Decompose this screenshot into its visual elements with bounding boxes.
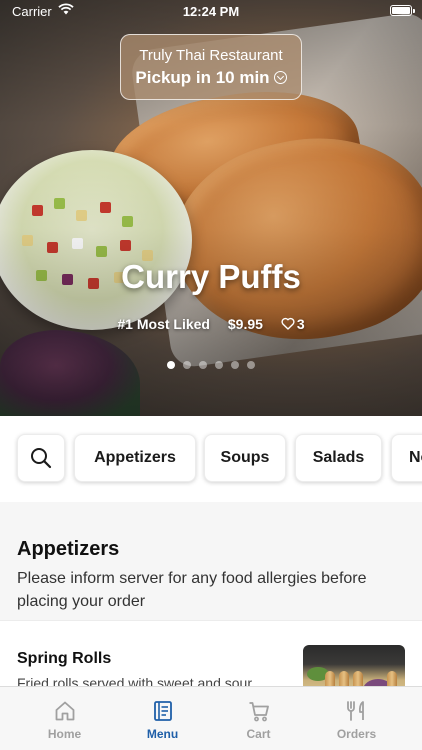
section-description: Please inform server for any food allerg… [17,570,367,610]
carousel-dot[interactable] [247,361,255,369]
tab-menu[interactable]: Menu [110,687,215,750]
category-chip-salads[interactable]: Salads [295,434,382,482]
like-count[interactable]: 3 [281,316,305,332]
like-count-value: 3 [296,316,305,332]
menu-book-icon [153,701,172,721]
tab-label: Menu [146,727,179,741]
featured-item-title: Curry Puffs [121,258,301,295]
utensils-icon [346,701,364,721]
category-chip-soups[interactable]: Soups [204,434,286,482]
featured-item-price: $9.95 [227,316,263,332]
category-chip-noodles[interactable]: Noodles [391,434,422,482]
cart-icon [249,702,269,722]
tab-bar: Home Menu Cart Orders [0,686,422,750]
battery-icon [390,5,415,16]
category-bar: Appetizers Soups Salads Noodles [0,416,422,502]
tab-home[interactable]: Home [12,687,117,750]
carousel-dot[interactable] [215,361,223,369]
search-button[interactable] [17,434,65,482]
status-bar: Carrier 12:24 PM [0,0,422,22]
tab-cart[interactable]: Cart [206,687,311,750]
carousel-dot[interactable] [199,361,207,369]
tab-label: Home [47,727,82,741]
pickup-selector[interactable]: Truly Thai Restaurant Pickup in 10 min [120,34,302,100]
category-chip-appetizers[interactable]: Appetizers [74,434,196,482]
tab-label: Orders [336,727,377,741]
tab-orders[interactable]: Orders [304,687,409,750]
tab-label: Cart [246,727,271,741]
clock: 12:24 PM [182,4,240,19]
carousel-dot[interactable] [167,361,175,369]
chevron-down-icon [273,71,287,84]
carousel-dot[interactable] [183,361,191,369]
restaurant-name: Truly Thai Restaurant [139,47,283,64]
section-title: Appetizers [17,538,120,560]
carousel-indicator[interactable] [0,356,422,374]
most-liked-badge: #1 Most Liked [117,316,210,332]
heart-icon [281,317,295,330]
pickup-time: Pickup in 10 min [135,68,270,87]
menu-item-name: Spring Rolls [17,650,112,667]
carousel-dot[interactable] [231,361,239,369]
home-icon [55,701,74,721]
search-icon [31,448,52,469]
featured-item-meta: #1 Most Liked $9.95 3 [0,316,422,332]
